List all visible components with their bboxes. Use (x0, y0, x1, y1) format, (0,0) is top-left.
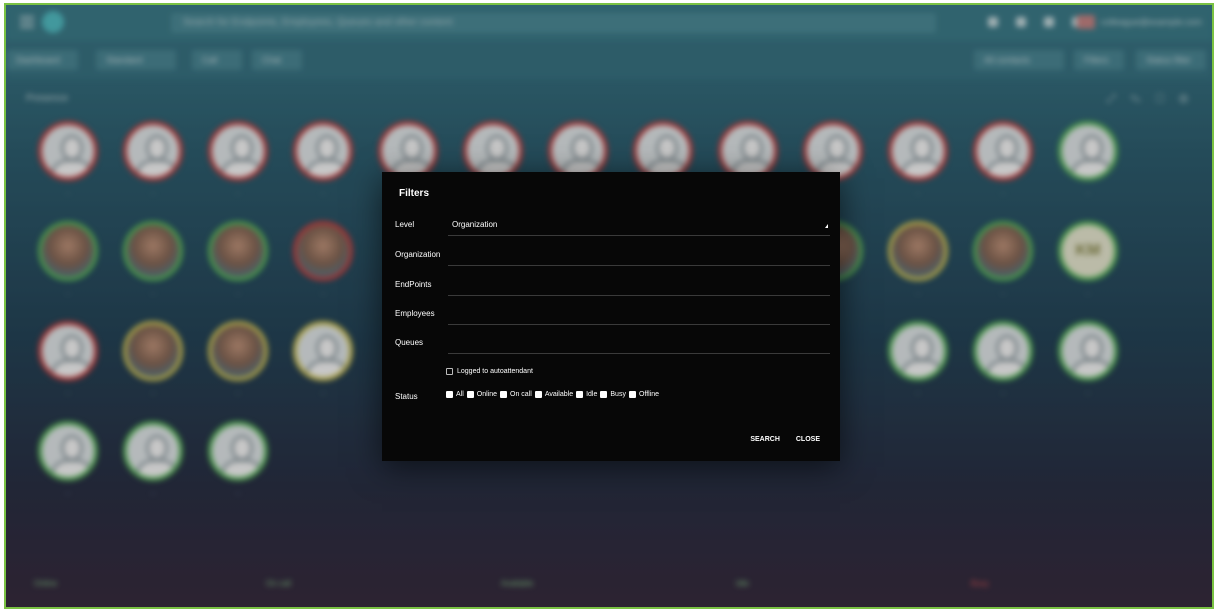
status-option-label: All (456, 391, 464, 398)
level-select-value[interactable]: Organization (452, 220, 497, 229)
status-option-busy[interactable]: Busy (600, 391, 626, 398)
field-underline (448, 353, 830, 354)
status-checkbox[interactable] (576, 391, 584, 398)
status-option-on-call[interactable]: On call (500, 391, 532, 398)
queues-field[interactable]: Queues (395, 336, 830, 355)
logged-autoattendant-label: Logged to autoattendant (457, 368, 533, 375)
close-button[interactable]: CLOSE (796, 436, 820, 443)
status-checkbox[interactable] (500, 391, 508, 398)
endpoints-field[interactable]: EndPoints (395, 278, 830, 297)
filters-dialog: Filters Level Organization Organization … (382, 172, 840, 461)
status-checkbox[interactable] (534, 391, 542, 398)
logged-autoattendant-checkbox[interactable] (446, 368, 453, 375)
level-field[interactable]: Level Organization (395, 218, 830, 236)
status-option-idle[interactable]: Idle (576, 391, 597, 398)
endpoints-label: EndPoints (395, 280, 432, 289)
organization-label: Organization (395, 250, 441, 259)
employees-field[interactable]: Employees (395, 307, 830, 326)
dialog-title: Filters (399, 188, 430, 199)
queues-label: Queues (395, 338, 424, 347)
organization-field[interactable]: Organization (395, 248, 830, 267)
search-button[interactable]: SEARCH (750, 436, 780, 443)
level-label: Level (395, 220, 415, 229)
dropdown-caret-icon[interactable] (825, 224, 828, 228)
status-option-label: Busy (610, 391, 626, 398)
status-label: Status (395, 392, 418, 401)
field-underline (448, 324, 830, 325)
field-underline (448, 295, 830, 296)
status-option-label: On call (510, 391, 532, 398)
status-option-label: Offline (638, 391, 660, 398)
status-options: All Online On call Available Idle Busy Offline (446, 391, 659, 398)
status-option-online[interactable]: Online (466, 391, 498, 398)
status-option-label: Online (476, 391, 498, 398)
status-option-all[interactable]: All (446, 391, 464, 398)
status-option-available[interactable]: Available (534, 391, 574, 398)
dialog-actions: SEARCH CLOSE (750, 436, 820, 443)
logged-autoattendant-option[interactable]: Logged to autoattendant (446, 368, 533, 375)
status-checkbox[interactable] (600, 391, 608, 398)
status-option-label: Available (544, 391, 574, 398)
status-checkbox[interactable] (628, 391, 636, 398)
status-option-offline[interactable]: Offline (628, 391, 660, 398)
status-checkbox[interactable] (466, 391, 474, 398)
status-checkbox[interactable] (446, 391, 453, 398)
status-filter-row: Status All Online On call Available Idle Busy… (395, 390, 830, 404)
field-underline (448, 265, 830, 266)
status-option-label: Idle (586, 391, 598, 398)
field-underline (448, 235, 830, 236)
employees-label: Employees (395, 309, 435, 318)
